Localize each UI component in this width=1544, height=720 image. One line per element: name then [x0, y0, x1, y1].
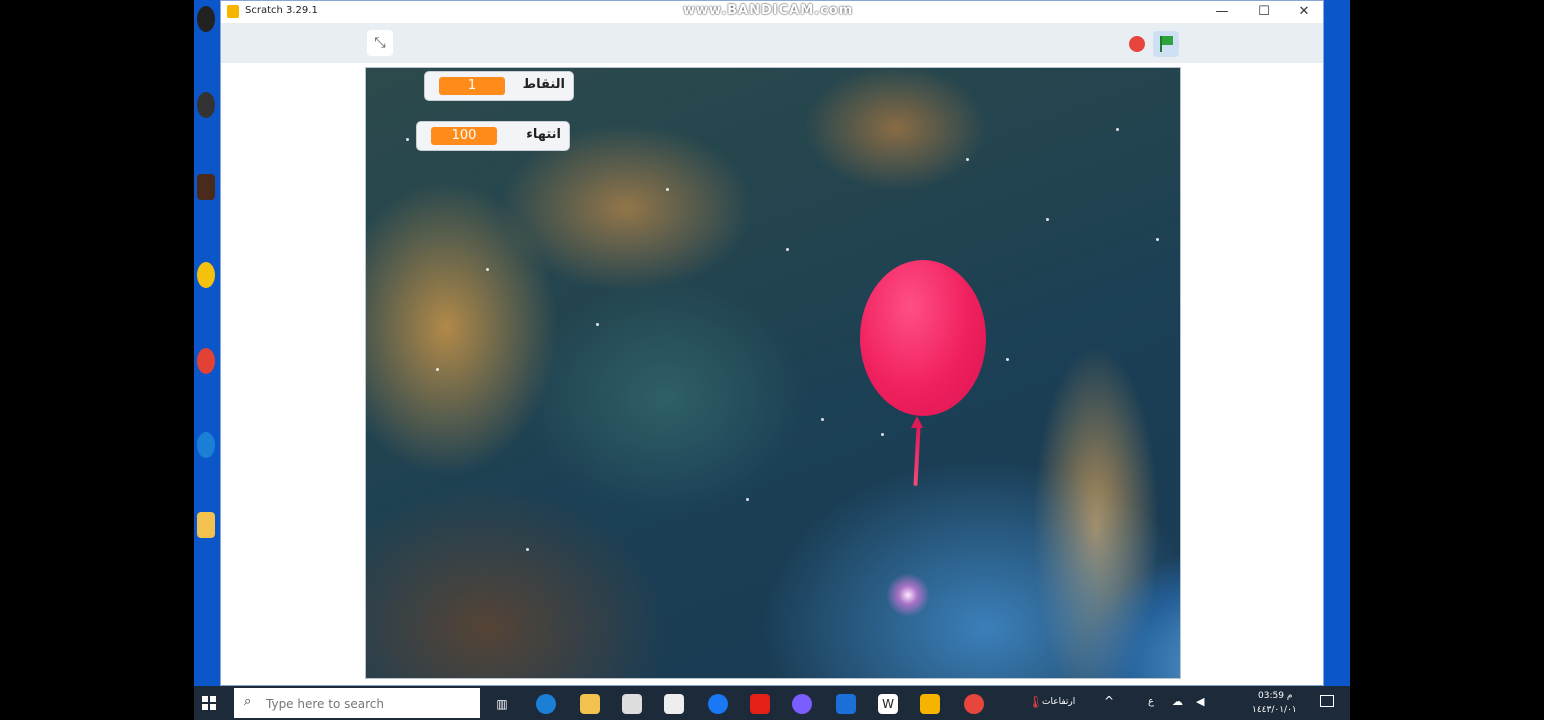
bright-star	[886, 573, 930, 617]
stage[interactable]: النقاط 1 انتهاء 100	[365, 67, 1181, 679]
stop-button[interactable]	[1129, 36, 1145, 52]
scratch-app-icon	[227, 5, 239, 18]
tray-label: ارتفاعات	[1042, 697, 1076, 707]
folder-icon	[197, 512, 215, 538]
monitor-value: 1	[439, 77, 505, 95]
store-icon[interactable]	[622, 694, 642, 714]
balloon-string	[913, 425, 921, 487]
taskbar: ⌕ ▥ W 🌡 ارتفاعات ^ ع ☁ ◀ 03:59 م ١٤٤٣/٠١…	[194, 686, 1350, 720]
taskbar-search[interactable]: ⌕	[234, 688, 480, 718]
bandicam-icon[interactable]	[964, 694, 984, 714]
variable-monitor-timer[interactable]: انتهاء 100	[416, 121, 570, 151]
search-icon: ⌕	[244, 694, 252, 709]
desktop-icon-3[interactable]	[197, 174, 219, 200]
monitor-value: 100	[431, 127, 497, 145]
facebook-icon[interactable]	[708, 694, 728, 714]
clock-time[interactable]: 03:59 م	[1258, 691, 1292, 701]
desktop-icon-4[interactable]	[197, 262, 219, 288]
unfullscreen-icon: ⤡	[374, 35, 386, 51]
edge-icon	[197, 432, 215, 458]
desktop-icon-5[interactable]	[197, 348, 219, 374]
task-view-icon[interactable]: ▥	[492, 694, 512, 714]
monitor-label: النقاط	[522, 77, 565, 92]
green-flag-button[interactable]	[1153, 31, 1179, 57]
close-button[interactable]: ✕	[1293, 4, 1315, 20]
youtube-icon[interactable]	[750, 694, 770, 714]
word-icon[interactable]: W	[878, 694, 898, 714]
stage-toolbar: ⤡	[221, 23, 1323, 63]
volume-icon[interactable]: ◀	[1196, 695, 1204, 708]
notification-icon[interactable]	[1320, 695, 1334, 707]
title-bar[interactable]: Scratch 3.29.1 www.BANDICAM.com — ☐ ✕	[221, 1, 1323, 23]
desktop-icon-2[interactable]	[197, 92, 219, 118]
desktop-icon-1[interactable]	[197, 6, 219, 32]
scratch-window: Scratch 3.29.1 www.BANDICAM.com — ☐ ✕ ⤡	[220, 0, 1324, 686]
mail-icon[interactable]	[664, 694, 684, 714]
scratch-icon	[197, 262, 215, 288]
minimize-button[interactable]: —	[1211, 4, 1233, 20]
network-icon[interactable]: ☁	[1172, 695, 1183, 708]
unfullscreen-button[interactable]: ⤡	[367, 30, 393, 56]
clock-date[interactable]: ١٤٤٣/٠١/٠١	[1252, 705, 1297, 715]
start-button[interactable]	[202, 696, 216, 710]
input-language[interactable]: ع	[1148, 696, 1154, 707]
desktop-icon-7[interactable]	[197, 512, 219, 538]
file-explorer-icon[interactable]	[580, 694, 600, 714]
monitor-label: انتهاء	[526, 127, 561, 142]
maximize-button[interactable]: ☐	[1253, 4, 1275, 20]
show-hidden-icons[interactable]: ^	[1104, 694, 1114, 708]
search-input[interactable]	[264, 694, 468, 714]
window-title: Scratch 3.29.1	[245, 5, 318, 16]
temperature-icon: 🌡	[1028, 695, 1044, 709]
outlook-icon[interactable]	[836, 694, 856, 714]
desktop-edge	[1324, 0, 1350, 686]
media-player-icon[interactable]	[792, 694, 812, 714]
scratch-taskbar-icon[interactable]	[920, 694, 940, 714]
variable-monitor-score[interactable]: النقاط 1	[424, 71, 574, 101]
balloon-sprite[interactable]	[860, 260, 986, 416]
bandicam-watermark: www.BANDICAM.com	[683, 3, 854, 18]
system-tray: 🌡 ارتفاعات ^ ع ☁ ◀ 03:59 م ١٤٤٣/٠١/٠١	[1020, 686, 1350, 720]
document-icon	[197, 174, 215, 200]
chrome-icon	[197, 348, 215, 374]
user-avatar-icon	[197, 6, 215, 32]
green-flag-cloth	[1162, 36, 1173, 45]
edge-icon[interactable]	[536, 694, 556, 714]
app-icon	[197, 92, 215, 118]
desktop-icon-6[interactable]	[197, 432, 219, 458]
